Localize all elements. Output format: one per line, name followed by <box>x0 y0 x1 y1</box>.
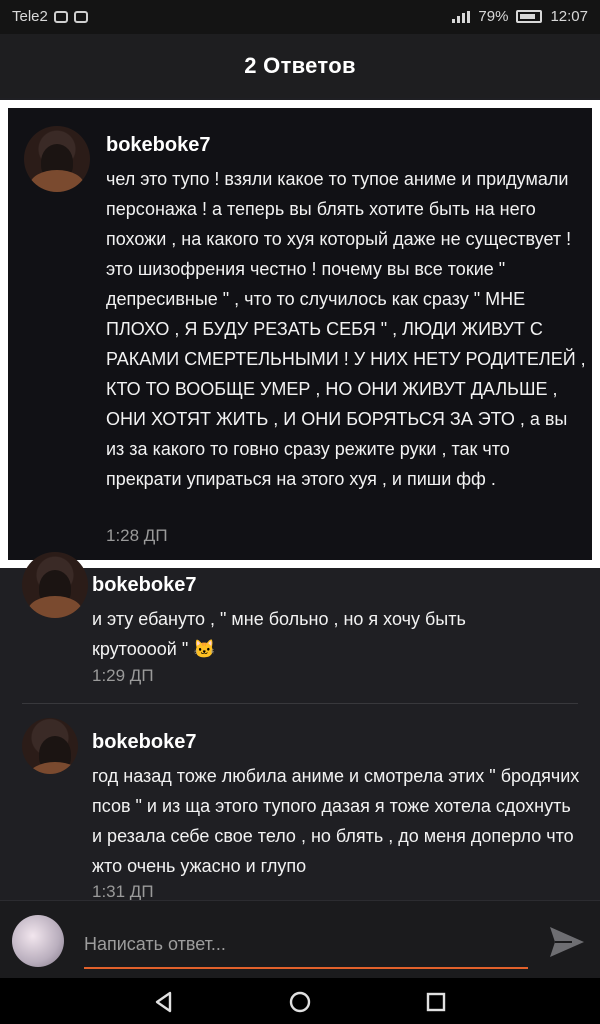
message-author[interactable]: bokeboke7 <box>92 731 196 754</box>
send-button[interactable] <box>548 923 586 961</box>
send-icon <box>550 927 584 957</box>
navigation-bar <box>0 978 600 1024</box>
message-time: 1:31 ДП <box>92 882 154 901</box>
message-author[interactable]: bokeboke7 <box>106 134 210 157</box>
highlighted-message-frame: bokeboke7 чел это тупо ! взяли какое то … <box>0 100 600 568</box>
message-time: 1:29 ДП <box>92 666 154 685</box>
recents-icon[interactable] <box>422 988 450 1016</box>
status-bar: Tele2 79% 12:07 <box>0 0 600 34</box>
message-text: год назад тоже любила аниме и смотрела э… <box>92 766 580 876</box>
message-text: и эту ебануто , " мне больно , но я хочу… <box>92 609 466 659</box>
home-icon[interactable] <box>286 988 314 1016</box>
page-title: 2 Ответов <box>244 53 356 78</box>
battery-icon <box>516 10 543 23</box>
battery-percent: 79% <box>478 8 509 25</box>
user-avatar[interactable] <box>12 915 64 967</box>
signal-icon <box>452 10 471 23</box>
highlighted-message[interactable]: bokeboke7 чел это тупо ! взяли какое то … <box>8 108 592 560</box>
calendar-icon <box>73 10 88 23</box>
divider <box>22 703 578 704</box>
avatar[interactable] <box>22 552 88 618</box>
reply-bar <box>0 900 600 979</box>
clock: 12:07 <box>550 8 588 25</box>
message-author[interactable]: bokeboke7 <box>92 574 196 597</box>
reply-input[interactable] <box>84 921 528 969</box>
status-left: Tele2 <box>12 8 88 25</box>
message-text: чел это тупо ! взяли какое то тупое аним… <box>106 169 586 489</box>
back-icon[interactable] <box>150 988 178 1016</box>
avatar[interactable] <box>24 126 90 192</box>
top-bar: 2 Ответов <box>0 34 600 98</box>
toggle-icon <box>53 10 68 23</box>
status-right: 79% 12:07 <box>452 8 588 25</box>
carrier-label: Tele2 <box>12 8 48 25</box>
avatar[interactable] <box>22 718 78 774</box>
message-time: 1:28 ДП <box>106 526 168 545</box>
